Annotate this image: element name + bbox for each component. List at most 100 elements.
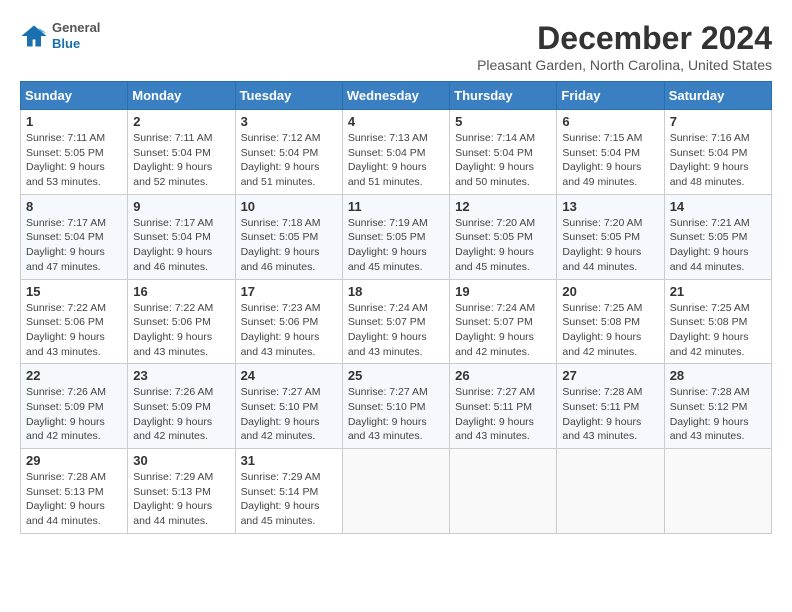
day-info: Sunrise: 7:17 AM Sunset: 5:04 PM Dayligh… [26, 216, 122, 275]
calendar-cell: 19 Sunrise: 7:24 AM Sunset: 5:07 PM Dayl… [450, 279, 557, 364]
day-info: Sunrise: 7:27 AM Sunset: 5:10 PM Dayligh… [348, 385, 444, 444]
day-info: Sunrise: 7:22 AM Sunset: 5:06 PM Dayligh… [26, 301, 122, 360]
day-info: Sunrise: 7:11 AM Sunset: 5:04 PM Dayligh… [133, 131, 229, 190]
calendar-cell: 5 Sunrise: 7:14 AM Sunset: 5:04 PM Dayli… [450, 110, 557, 195]
calendar-cell [664, 449, 771, 534]
day-number: 3 [241, 114, 337, 129]
day-info: Sunrise: 7:20 AM Sunset: 5:05 PM Dayligh… [562, 216, 658, 275]
day-number: 26 [455, 368, 551, 383]
logo: General Blue [20, 20, 100, 51]
day-info: Sunrise: 7:24 AM Sunset: 5:07 PM Dayligh… [348, 301, 444, 360]
calendar-cell: 16 Sunrise: 7:22 AM Sunset: 5:06 PM Dayl… [128, 279, 235, 364]
month-title: December 2024 [477, 20, 772, 57]
calendar-cell: 20 Sunrise: 7:25 AM Sunset: 5:08 PM Dayl… [557, 279, 664, 364]
weekday-header: Saturday [664, 82, 771, 110]
page-header: General Blue December 2024 Pleasant Gard… [20, 20, 772, 73]
day-number: 29 [26, 453, 122, 468]
day-info: Sunrise: 7:12 AM Sunset: 5:04 PM Dayligh… [241, 131, 337, 190]
day-info: Sunrise: 7:11 AM Sunset: 5:05 PM Dayligh… [26, 131, 122, 190]
calendar-cell: 22 Sunrise: 7:26 AM Sunset: 5:09 PM Dayl… [21, 364, 128, 449]
day-info: Sunrise: 7:19 AM Sunset: 5:05 PM Dayligh… [348, 216, 444, 275]
day-number: 18 [348, 284, 444, 299]
day-number: 19 [455, 284, 551, 299]
logo-text: General Blue [52, 20, 100, 51]
calendar-cell: 28 Sunrise: 7:28 AM Sunset: 5:12 PM Dayl… [664, 364, 771, 449]
calendar-cell: 25 Sunrise: 7:27 AM Sunset: 5:10 PM Dayl… [342, 364, 449, 449]
day-number: 24 [241, 368, 337, 383]
day-number: 9 [133, 199, 229, 214]
calendar-cell: 17 Sunrise: 7:23 AM Sunset: 5:06 PM Dayl… [235, 279, 342, 364]
day-info: Sunrise: 7:20 AM Sunset: 5:05 PM Dayligh… [455, 216, 551, 275]
calendar-cell: 15 Sunrise: 7:22 AM Sunset: 5:06 PM Dayl… [21, 279, 128, 364]
calendar-cell: 23 Sunrise: 7:26 AM Sunset: 5:09 PM Dayl… [128, 364, 235, 449]
day-info: Sunrise: 7:23 AM Sunset: 5:06 PM Dayligh… [241, 301, 337, 360]
day-number: 20 [562, 284, 658, 299]
day-number: 16 [133, 284, 229, 299]
day-number: 4 [348, 114, 444, 129]
day-number: 17 [241, 284, 337, 299]
day-number: 12 [455, 199, 551, 214]
logo-icon [20, 22, 48, 50]
weekday-header: Thursday [450, 82, 557, 110]
weekday-header: Sunday [21, 82, 128, 110]
day-number: 11 [348, 199, 444, 214]
calendar-cell: 9 Sunrise: 7:17 AM Sunset: 5:04 PM Dayli… [128, 194, 235, 279]
calendar-cell: 12 Sunrise: 7:20 AM Sunset: 5:05 PM Dayl… [450, 194, 557, 279]
weekday-header: Monday [128, 82, 235, 110]
day-info: Sunrise: 7:26 AM Sunset: 5:09 PM Dayligh… [26, 385, 122, 444]
day-number: 6 [562, 114, 658, 129]
day-info: Sunrise: 7:27 AM Sunset: 5:10 PM Dayligh… [241, 385, 337, 444]
calendar-cell [450, 449, 557, 534]
day-info: Sunrise: 7:29 AM Sunset: 5:14 PM Dayligh… [241, 470, 337, 529]
day-info: Sunrise: 7:21 AM Sunset: 5:05 PM Dayligh… [670, 216, 766, 275]
day-info: Sunrise: 7:18 AM Sunset: 5:05 PM Dayligh… [241, 216, 337, 275]
day-info: Sunrise: 7:27 AM Sunset: 5:11 PM Dayligh… [455, 385, 551, 444]
calendar-week-row: 1 Sunrise: 7:11 AM Sunset: 5:05 PM Dayli… [21, 110, 772, 195]
day-info: Sunrise: 7:24 AM Sunset: 5:07 PM Dayligh… [455, 301, 551, 360]
day-number: 25 [348, 368, 444, 383]
calendar-week-row: 15 Sunrise: 7:22 AM Sunset: 5:06 PM Dayl… [21, 279, 772, 364]
day-number: 31 [241, 453, 337, 468]
day-info: Sunrise: 7:28 AM Sunset: 5:11 PM Dayligh… [562, 385, 658, 444]
calendar-cell: 6 Sunrise: 7:15 AM Sunset: 5:04 PM Dayli… [557, 110, 664, 195]
day-number: 2 [133, 114, 229, 129]
day-number: 28 [670, 368, 766, 383]
calendar-cell: 1 Sunrise: 7:11 AM Sunset: 5:05 PM Dayli… [21, 110, 128, 195]
day-number: 15 [26, 284, 122, 299]
calendar-cell: 14 Sunrise: 7:21 AM Sunset: 5:05 PM Dayl… [664, 194, 771, 279]
calendar-cell: 24 Sunrise: 7:27 AM Sunset: 5:10 PM Dayl… [235, 364, 342, 449]
weekday-header-row: SundayMondayTuesdayWednesdayThursdayFrid… [21, 82, 772, 110]
day-number: 1 [26, 114, 122, 129]
day-info: Sunrise: 7:25 AM Sunset: 5:08 PM Dayligh… [562, 301, 658, 360]
calendar-cell [557, 449, 664, 534]
day-info: Sunrise: 7:28 AM Sunset: 5:13 PM Dayligh… [26, 470, 122, 529]
day-number: 7 [670, 114, 766, 129]
day-info: Sunrise: 7:15 AM Sunset: 5:04 PM Dayligh… [562, 131, 658, 190]
calendar-week-row: 29 Sunrise: 7:28 AM Sunset: 5:13 PM Dayl… [21, 449, 772, 534]
calendar-cell: 4 Sunrise: 7:13 AM Sunset: 5:04 PM Dayli… [342, 110, 449, 195]
day-number: 10 [241, 199, 337, 214]
day-info: Sunrise: 7:28 AM Sunset: 5:12 PM Dayligh… [670, 385, 766, 444]
calendar-cell: 8 Sunrise: 7:17 AM Sunset: 5:04 PM Dayli… [21, 194, 128, 279]
calendar-cell: 30 Sunrise: 7:29 AM Sunset: 5:13 PM Dayl… [128, 449, 235, 534]
calendar-cell: 13 Sunrise: 7:20 AM Sunset: 5:05 PM Dayl… [557, 194, 664, 279]
calendar-cell: 2 Sunrise: 7:11 AM Sunset: 5:04 PM Dayli… [128, 110, 235, 195]
day-number: 21 [670, 284, 766, 299]
day-number: 5 [455, 114, 551, 129]
day-info: Sunrise: 7:26 AM Sunset: 5:09 PM Dayligh… [133, 385, 229, 444]
calendar-cell [342, 449, 449, 534]
day-info: Sunrise: 7:25 AM Sunset: 5:08 PM Dayligh… [670, 301, 766, 360]
day-number: 23 [133, 368, 229, 383]
calendar-week-row: 8 Sunrise: 7:17 AM Sunset: 5:04 PM Dayli… [21, 194, 772, 279]
calendar-cell: 26 Sunrise: 7:27 AM Sunset: 5:11 PM Dayl… [450, 364, 557, 449]
calendar-cell: 27 Sunrise: 7:28 AM Sunset: 5:11 PM Dayl… [557, 364, 664, 449]
calendar-table: SundayMondayTuesdayWednesdayThursdayFrid… [20, 81, 772, 534]
calendar-cell: 3 Sunrise: 7:12 AM Sunset: 5:04 PM Dayli… [235, 110, 342, 195]
calendar-cell: 11 Sunrise: 7:19 AM Sunset: 5:05 PM Dayl… [342, 194, 449, 279]
day-number: 13 [562, 199, 658, 214]
day-info: Sunrise: 7:29 AM Sunset: 5:13 PM Dayligh… [133, 470, 229, 529]
calendar-week-row: 22 Sunrise: 7:26 AM Sunset: 5:09 PM Dayl… [21, 364, 772, 449]
day-number: 27 [562, 368, 658, 383]
calendar-cell: 7 Sunrise: 7:16 AM Sunset: 5:04 PM Dayli… [664, 110, 771, 195]
day-number: 30 [133, 453, 229, 468]
